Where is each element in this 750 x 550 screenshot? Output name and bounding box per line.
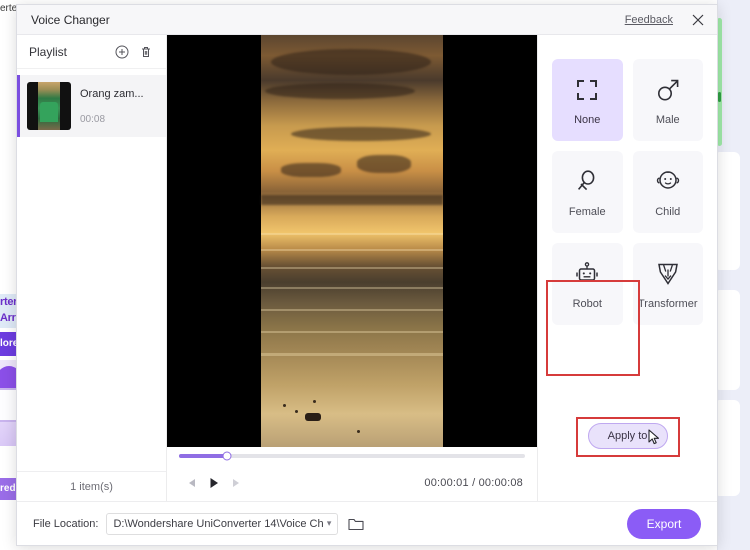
seek-progress — [179, 454, 228, 458]
playlist-count: 1 item(s) — [17, 471, 166, 501]
chevron-down-icon[interactable]: ▾ — [327, 518, 332, 529]
feedback-link[interactable]: Feedback — [625, 14, 673, 26]
apply-to-all-button[interactable]: Apply to — [587, 423, 668, 449]
previous-frame-icon[interactable] — [181, 472, 203, 494]
voice-option-label: Male — [655, 113, 680, 126]
dialog-footer: File Location: D:\Wondershare UniConvert… — [17, 501, 717, 545]
list-item[interactable]: Orang zam... 00:08 — [17, 75, 166, 137]
time-display: 00:00:01 / 00:00:08 — [424, 477, 523, 489]
voice-option-none[interactable]: None — [552, 59, 623, 141]
folder-icon[interactable] — [346, 514, 366, 534]
seek-row — [167, 447, 537, 465]
playlist-items: Orang zam... 00:08 — [17, 69, 166, 471]
file-location-label: File Location: — [33, 517, 99, 530]
voice-options-panel: None Male Female Child Robot Transformer… — [537, 35, 717, 501]
trash-icon[interactable] — [136, 42, 156, 62]
child-face-icon — [653, 167, 683, 197]
voice-option-label: Female — [568, 205, 606, 218]
beach-stone — [305, 413, 321, 421]
list-item-name: Orang zam... — [80, 87, 144, 100]
apply-button-label: Apply to — [607, 430, 648, 442]
dialog-title: Voice Changer — [31, 12, 110, 27]
play-icon[interactable] — [203, 472, 225, 494]
apply-button-wrap: Apply to — [587, 423, 668, 449]
voice-option-male[interactable]: Male — [632, 59, 703, 141]
next-frame-icon[interactable] — [225, 472, 247, 494]
list-item-duration: 00:08 — [80, 113, 106, 125]
promo-footer-label: red — [0, 478, 16, 500]
close-icon[interactable] — [689, 11, 707, 29]
female-symbol-icon — [572, 167, 602, 197]
export-button[interactable]: Export — [627, 508, 701, 539]
voice-options-grid: None Male Female Child Robot Transformer — [552, 59, 703, 325]
background-left-strip — [0, 18, 16, 550]
promo-artwork — [0, 360, 16, 446]
screen: erter rter Arriv lore red Voice Changer … — [0, 0, 750, 550]
voice-option-robot[interactable]: Robot — [552, 243, 623, 325]
voice-option-transformer[interactable]: Transformer — [632, 243, 703, 325]
playlist-panel: Playlist Orang zam... 00:08 1 item(s) — [17, 35, 167, 501]
voice-option-female[interactable]: Female — [552, 151, 623, 233]
preview-panel: 00:00:01 / 00:00:08 — [167, 35, 537, 501]
promo-banner-title: rter Arriv — [0, 294, 16, 328]
promo-explore-button[interactable]: lore — [0, 332, 16, 356]
dialog-body: Playlist Orang zam... 00:08 1 item(s) 00… — [17, 35, 717, 501]
add-circle-icon[interactable] — [112, 42, 132, 62]
male-symbol-icon — [653, 75, 683, 105]
voice-option-label: Transformer — [638, 297, 698, 310]
dialog-titlebar: Voice Changer Feedback — [17, 5, 717, 35]
voice-option-child[interactable]: Child — [632, 151, 703, 233]
voice-option-label: Robot — [572, 297, 602, 310]
voice-option-label: None — [574, 113, 601, 126]
video-preview[interactable] — [167, 35, 537, 447]
seek-handle[interactable] — [222, 451, 232, 461]
transport-controls: 00:00:01 / 00:00:08 — [167, 465, 537, 501]
file-location-value: D:\Wondershare UniConverter 14\Voice Cha… — [113, 517, 323, 530]
robot-icon — [572, 259, 602, 289]
file-location-input[interactable]: D:\Wondershare UniConverter 14\Voice Cha… — [106, 512, 339, 535]
seek-slider[interactable] — [179, 451, 525, 461]
voice-option-label: Child — [655, 205, 681, 218]
transformer-icon — [653, 259, 683, 289]
playlist-header: Playlist — [17, 35, 166, 69]
focus-frame-icon — [572, 75, 602, 105]
voice-changer-dialog: Voice Changer Feedback Playlist Orang za… — [16, 4, 718, 546]
playlist-title: Playlist — [29, 44, 68, 59]
video-frame — [261, 35, 443, 447]
video-thumbnail — [27, 82, 71, 130]
mouse-cursor-icon — [647, 429, 661, 448]
